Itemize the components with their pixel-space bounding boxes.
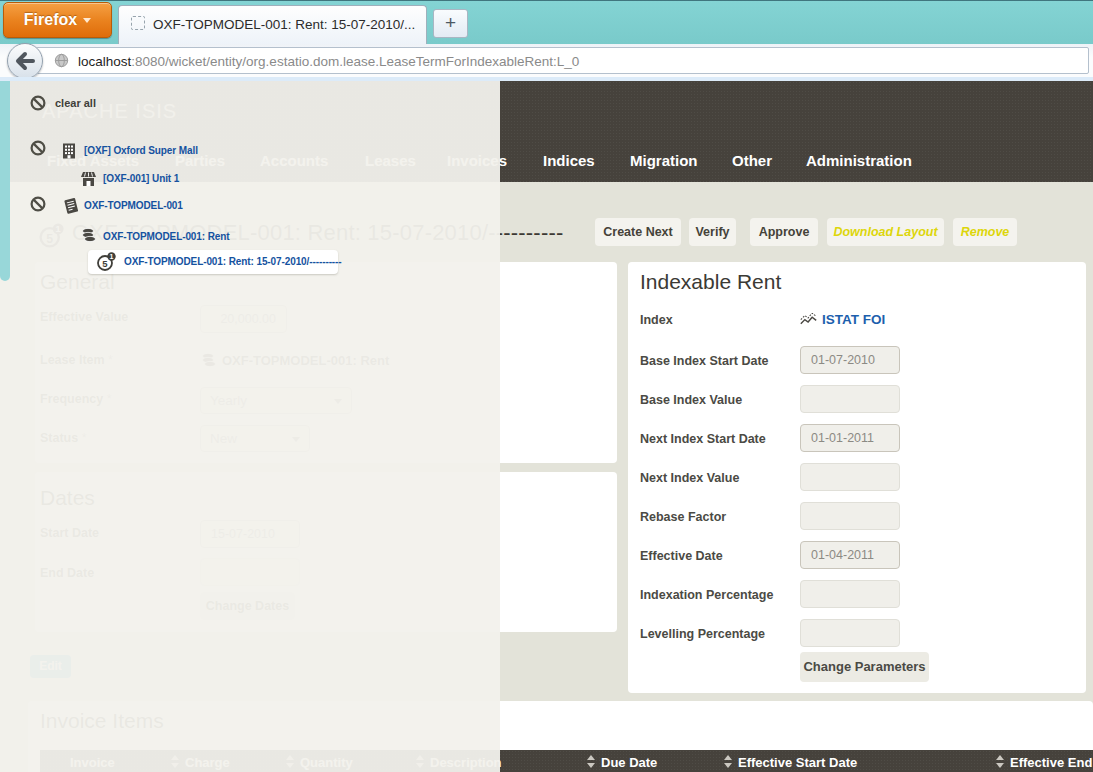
field-row: Effective Date xyxy=(640,541,1080,569)
remove-crumb-icon[interactable] xyxy=(30,140,46,156)
verify-button[interactable]: Verify xyxy=(689,218,736,246)
term-number-icon: 5 1 xyxy=(96,252,116,272)
col-effective-end-date[interactable]: Effective End Date xyxy=(1010,755,1093,770)
base-index-start-date-label: Base Index Start Date xyxy=(640,354,769,368)
chevron-down-icon xyxy=(83,18,91,23)
indexation-percentage-input[interactable] xyxy=(800,580,900,608)
create-next-button[interactable]: Create Next xyxy=(595,218,681,246)
rebase-factor-input[interactable] xyxy=(800,502,900,530)
url-text: localhost:8080/wicket/entity/org.estatio… xyxy=(78,54,579,69)
nav-administration[interactable]: Administration xyxy=(806,152,912,169)
field-row: Indexation Percentage xyxy=(640,580,1080,608)
next-index-start-date-input[interactable] xyxy=(800,424,900,452)
globe-icon xyxy=(54,53,69,68)
page-content: APACHE ISIS Fixed Assets Parties Account… xyxy=(0,81,1093,772)
download-layout-button[interactable]: Download Layout xyxy=(827,218,944,246)
base-index-value-input[interactable] xyxy=(800,385,900,413)
firefox-menu-button[interactable]: Firefox xyxy=(3,2,112,38)
lease-document-icon xyxy=(62,197,81,216)
field-row: Base Index Start Date xyxy=(640,346,1080,374)
index-chart-icon xyxy=(800,313,817,327)
indexable-rent-heading: Indexable Rent xyxy=(640,270,781,294)
nav-other[interactable]: Other xyxy=(732,152,772,169)
svg-text:1: 1 xyxy=(110,253,114,260)
remove-crumb-icon[interactable] xyxy=(30,196,46,212)
index-row: Index ISTAT FOI xyxy=(640,310,1080,332)
indexation-percentage-label: Indexation Percentage xyxy=(640,588,773,602)
browser-titlebar: Firefox OXF-TOPMODEL-001: Rent: 15-07-20… xyxy=(0,0,1093,44)
indexable-rent-panel: Indexable Rent Index ISTAT FOI Base Inde… xyxy=(628,262,1086,693)
field-row: Next Index Start Date xyxy=(640,424,1080,452)
sort-icon[interactable] xyxy=(724,755,733,768)
crumb-lease-item[interactable]: OXF-TOPMODEL-001: Rent xyxy=(103,231,230,242)
screen: Firefox OXF-TOPMODEL-001: Rent: 15-07-20… xyxy=(0,0,1093,772)
levelling-percentage-input[interactable] xyxy=(800,619,900,647)
url-path: :8080/wicket/entity/org.estatio.dom.leas… xyxy=(131,54,579,69)
favicon-placeholder-icon xyxy=(131,16,145,30)
firefox-menu-label: Firefox xyxy=(24,11,77,28)
crumb-lease[interactable]: OXF-TOPMODEL-001 xyxy=(84,200,183,211)
base-index-value-label: Base Index Value xyxy=(640,393,742,407)
new-tab-button[interactable]: + xyxy=(433,9,468,38)
sort-icon[interactable] xyxy=(587,755,596,768)
building-icon xyxy=(60,142,78,160)
crumb-unit[interactable]: [OXF-001] Unit 1 xyxy=(103,173,179,184)
clear-all-label[interactable]: clear all xyxy=(55,97,96,109)
col-effective-start-date[interactable]: Effective Start Date xyxy=(738,755,857,770)
index-label: Index xyxy=(640,313,673,327)
nav-indices[interactable]: Indices xyxy=(543,152,595,169)
field-row: Base Index Value xyxy=(640,385,1080,413)
browser-tab[interactable]: OXF-TOPMODEL-001: Rent: 15-07-2010/... xyxy=(118,5,427,44)
change-parameters-button[interactable]: Change Parameters xyxy=(800,652,929,682)
field-row: Rebase Factor xyxy=(640,502,1080,530)
back-arrow-icon xyxy=(8,44,42,78)
effective-date-input[interactable] xyxy=(800,541,900,569)
levelling-percentage-label: Levelling Percentage xyxy=(640,627,765,641)
url-host: localhost xyxy=(78,54,131,69)
nav-migration[interactable]: Migration xyxy=(630,152,698,169)
field-row: Levelling Percentage xyxy=(640,619,1080,647)
approve-button[interactable]: Approve xyxy=(750,218,818,246)
coins-icon xyxy=(80,226,98,244)
effective-date-label: Effective Date xyxy=(640,549,723,563)
tab-title: OXF-TOPMODEL-001: Rent: 15-07-2010/... xyxy=(153,17,425,32)
history-overlay-veil xyxy=(0,81,500,772)
url-bar[interactable]: localhost:8080/wicket/entity/org.estatio… xyxy=(36,47,1089,74)
shop-icon xyxy=(80,171,97,187)
next-index-start-date-label: Next Index Start Date xyxy=(640,432,766,446)
clear-all-icon[interactable] xyxy=(30,95,46,111)
index-value-link[interactable]: ISTAT FOI xyxy=(822,312,885,327)
col-due-date[interactable]: Due Date xyxy=(601,755,657,770)
back-button[interactable] xyxy=(7,43,43,79)
remove-button[interactable]: Remove xyxy=(953,218,1017,246)
svg-text:5: 5 xyxy=(102,258,108,269)
rebase-factor-label: Rebase Factor xyxy=(640,510,726,524)
field-row: Next Index Value xyxy=(640,463,1080,491)
next-index-value-label: Next Index Value xyxy=(640,471,739,485)
overlay-edge-strip xyxy=(0,81,10,281)
crumb-property[interactable]: [OXF] Oxford Super Mall xyxy=(84,145,198,156)
next-index-value-input[interactable] xyxy=(800,463,900,491)
crumb-term-current[interactable]: OXF-TOPMODEL-001: Rent: 15-07-2010/-----… xyxy=(124,256,342,267)
base-index-start-date-input[interactable] xyxy=(800,346,900,374)
browser-navbar: localhost:8080/wicket/entity/org.estatio… xyxy=(0,44,1093,77)
sort-icon[interactable] xyxy=(996,755,1005,768)
